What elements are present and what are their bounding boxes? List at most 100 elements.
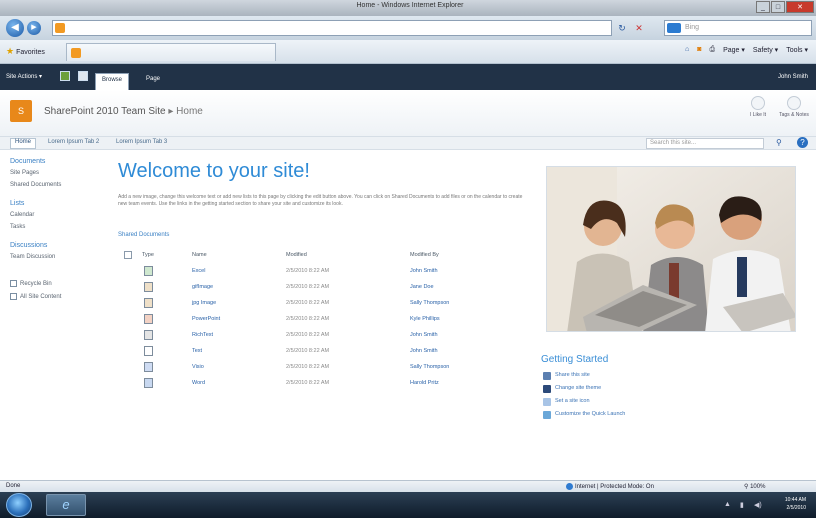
- refresh-icon[interactable]: ↻: [615, 21, 629, 35]
- ql-recycle-bin[interactable]: Recycle Bin: [10, 280, 106, 287]
- col-name[interactable]: Name: [192, 252, 207, 258]
- ql-all-site-content[interactable]: All Site Content: [10, 293, 106, 300]
- globe-icon: [566, 483, 573, 490]
- status-bar: Done Internet | Protected Mode: On ⚲ 100…: [0, 480, 816, 492]
- feeds-icon[interactable]: ◙: [697, 46, 701, 54]
- user-menu[interactable]: John Smith: [778, 74, 808, 80]
- back-icon[interactable]: ◀: [6, 19, 24, 37]
- image-file-icon: [144, 282, 153, 292]
- ql-lists-heading[interactable]: Lists: [10, 200, 106, 207]
- image-file-icon: [144, 298, 153, 308]
- ql-calendar[interactable]: Calendar: [10, 212, 106, 218]
- window-titlebar: Home - Windows Internet Explorer _ □ ✕: [0, 0, 816, 16]
- powerpoint-file-icon: [144, 314, 153, 324]
- favorites-button[interactable]: ★ Favorites: [6, 46, 45, 57]
- nav-home[interactable]: Home: [10, 138, 37, 149]
- bing-icon: [667, 23, 681, 33]
- gs-share-site[interactable]: Share this site: [543, 372, 625, 385]
- word-file-icon: [144, 378, 153, 388]
- team-photo-image: [547, 167, 795, 331]
- browser-search-input[interactable]: Bing: [664, 20, 812, 36]
- tray-arrow-icon[interactable]: ▲: [724, 501, 731, 508]
- stop-icon[interactable]: ✕: [632, 21, 646, 35]
- ql-team-discussion[interactable]: Team Discussion: [10, 254, 106, 260]
- table-row[interactable]: RichText 2/5/2010 8:22 AM John Smith: [124, 328, 544, 344]
- table-row[interactable]: PowerPoint 2/5/2010 8:22 AM Kyle Phillip…: [124, 312, 544, 328]
- breadcrumb: SharePoint 2010 Team Site ▸ Home: [44, 106, 203, 117]
- home-icon[interactable]: ⌂: [685, 46, 689, 54]
- clock[interactable]: 10:44 AM 2/5/2010: [785, 496, 806, 512]
- gs-site-icon[interactable]: Set a site icon: [543, 398, 625, 411]
- browser-tab[interactable]: [66, 43, 276, 61]
- tab-favicon-icon: [71, 48, 81, 58]
- network-icon[interactable]: ▮: [740, 501, 744, 509]
- nav-tab-2[interactable]: Lorem Ipsum Tab 2: [44, 139, 103, 145]
- table-row[interactable]: Text 2/5/2010 8:22 AM John Smith: [124, 344, 544, 360]
- nav-tab-3[interactable]: Lorem Ipsum Tab 3: [112, 139, 171, 145]
- thumbs-up-icon: [751, 96, 765, 110]
- zoom-level[interactable]: ⚲ 100%: [744, 483, 765, 490]
- forward-icon[interactable]: ▶: [27, 21, 41, 35]
- maximize-icon[interactable]: □: [771, 1, 785, 13]
- theme-icon: [543, 385, 551, 393]
- all-content-icon: [10, 293, 17, 301]
- sharepoint-ribbon: Site Actions ▾ Browse Page John Smith: [0, 64, 816, 90]
- table-row[interactable]: gifImage 2/5/2010 8:22 AM Jane Doe: [124, 280, 544, 296]
- tags-notes-button[interactable]: Tags & Notes: [776, 96, 812, 118]
- select-all-checkbox[interactable]: [124, 251, 132, 259]
- tab-page[interactable]: Page: [140, 73, 166, 90]
- getting-started-list: Share this site Change site theme Set a …: [543, 372, 625, 424]
- menu-safety[interactable]: Safety ▾: [753, 46, 778, 54]
- breadcrumb-site[interactable]: SharePoint 2010 Team Site: [44, 106, 166, 117]
- address-bar[interactable]: [52, 20, 612, 36]
- table-row[interactable]: jpg Image 2/5/2010 8:22 AM Sally Thompso…: [124, 296, 544, 312]
- edit-page-icon[interactable]: [78, 71, 88, 81]
- col-type[interactable]: Type: [142, 252, 154, 258]
- site-search-input[interactable]: Search this site...: [646, 138, 764, 149]
- minimize-icon[interactable]: _: [756, 1, 770, 13]
- window-controls: _ □ ✕: [755, 1, 814, 14]
- screen: Home - Windows Internet Explorer _ □ ✕ ◀…: [0, 0, 816, 518]
- site-actions-menu[interactable]: Site Actions ▾: [6, 73, 42, 80]
- shared-documents-heading[interactable]: Shared Documents: [118, 232, 169, 238]
- site-icon-icon: [543, 398, 551, 406]
- table-row[interactable]: Visio 2/5/2010 8:22 AM Sally Thompson: [124, 360, 544, 376]
- visio-file-icon: [144, 362, 153, 372]
- site-logo-icon[interactable]: S: [10, 100, 32, 122]
- command-menus: ⌂ ◙ ⎙ Page ▾ Safety ▾ Tools ▾: [685, 46, 808, 54]
- col-modified-by[interactable]: Modified By: [410, 252, 439, 258]
- command-bar: ★ Favorites ⌂ ◙ ⎙ Page ▾ Safety ▾ Tools ▾: [0, 40, 816, 64]
- search-icon[interactable]: ⚲: [776, 138, 782, 147]
- menu-tools[interactable]: Tools ▾: [786, 46, 808, 54]
- print-icon[interactable]: ⎙: [709, 46, 715, 54]
- volume-icon[interactable]: ◀): [754, 501, 762, 509]
- window-title: Home - Windows Internet Explorer: [356, 2, 464, 9]
- star-icon: ★: [6, 46, 15, 56]
- gs-customize-quick-launch[interactable]: Customize the Quick Launch: [543, 411, 625, 424]
- gs-change-theme[interactable]: Change site theme: [543, 385, 625, 398]
- ql-discussions-heading[interactable]: Discussions: [10, 242, 106, 249]
- team-photo: [546, 166, 796, 332]
- ql-tasks[interactable]: Tasks: [10, 224, 106, 230]
- menu-page[interactable]: Page ▾: [723, 46, 745, 54]
- help-icon[interactable]: ?: [797, 137, 808, 148]
- navigate-up-icon[interactable]: [60, 71, 70, 81]
- ql-shared-documents[interactable]: Shared Documents: [10, 182, 106, 188]
- welcome-title: Welcome to your site!: [118, 160, 310, 182]
- security-zone[interactable]: Internet | Protected Mode: On: [566, 483, 654, 490]
- quick-launch-icon: [543, 411, 551, 419]
- ql-site-pages[interactable]: Site Pages: [10, 170, 106, 176]
- browser-navbar: ◀ ▶ ↻ ✕ Bing: [0, 16, 816, 40]
- tab-browse[interactable]: Browse: [95, 73, 130, 90]
- documents-table: Type Name Modified Modified By Excel 2/5…: [124, 248, 544, 392]
- ql-documents-heading[interactable]: Documents: [10, 158, 106, 165]
- close-icon[interactable]: ✕: [786, 1, 814, 13]
- getting-started-title: Getting Started: [541, 354, 609, 365]
- col-modified[interactable]: Modified: [286, 252, 307, 258]
- i-like-it-button[interactable]: I Like It: [740, 96, 776, 118]
- table-row[interactable]: Word 2/5/2010 8:22 AM Harold Pritz: [124, 376, 544, 392]
- table-row[interactable]: Excel 2/5/2010 8:22 AM John Smith: [124, 264, 544, 280]
- start-button[interactable]: [6, 493, 32, 517]
- internet-explorer-icon[interactable]: e: [46, 494, 86, 516]
- status-text: Done: [6, 483, 21, 489]
